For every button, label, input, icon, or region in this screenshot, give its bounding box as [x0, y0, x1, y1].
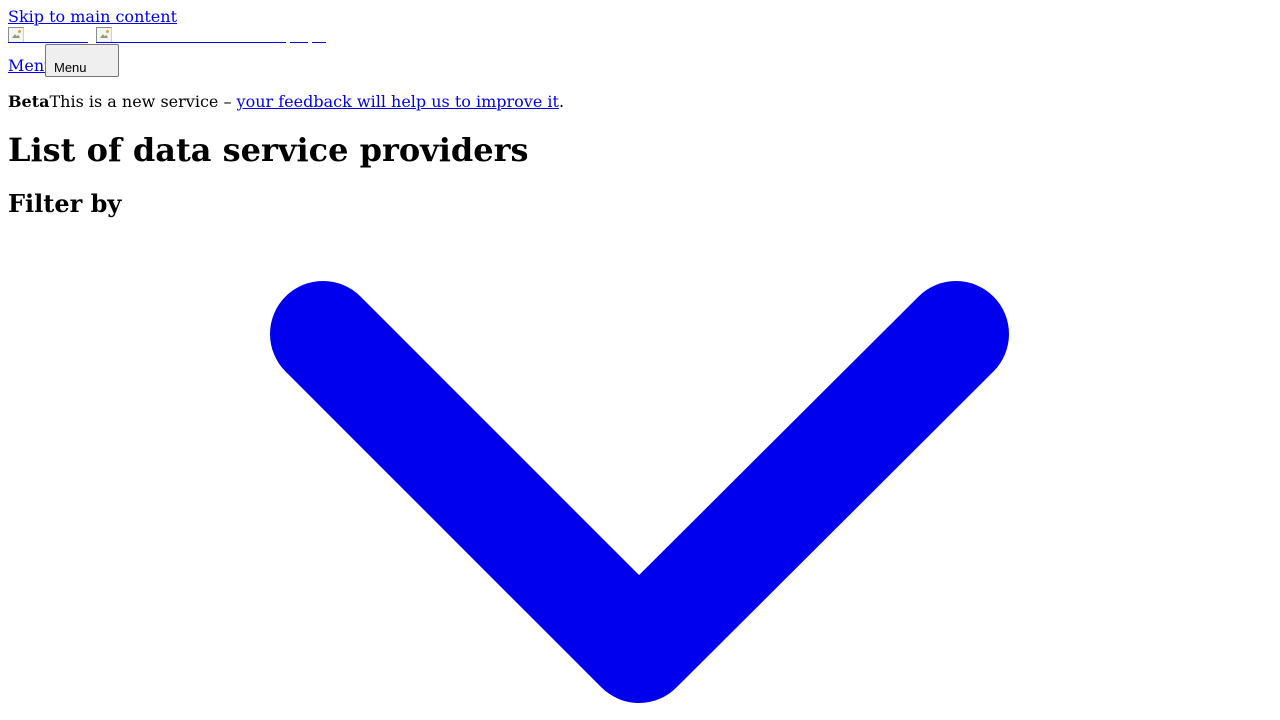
- beta-tag: Beta: [8, 92, 50, 111]
- filter-toggle[interactable]: [0, 220, 1280, 720]
- beta-message: This is a new service –: [49, 92, 237, 111]
- logo-link-underline: [312, 42, 326, 43]
- page-title: List of data service providers: [8, 131, 529, 169]
- header-menu: Menu Menu: [8, 44, 248, 77]
- filter-by-heading: Filter by: [8, 189, 122, 218]
- secondary-logo-link[interactable]: [96, 27, 286, 43]
- primary-logo-link[interactable]: [8, 27, 88, 43]
- skip-to-main-content-link[interactable]: Skip to main content: [8, 8, 177, 26]
- chevron-down-icon: [270, 281, 1009, 703]
- beta-banner: BetaThis is a new service – your feedbac…: [8, 93, 708, 111]
- menu-button[interactable]: Menu: [45, 44, 119, 77]
- broken-image-icon: [96, 27, 112, 43]
- header-logos: [8, 27, 338, 43]
- header-extra-link[interactable]: [312, 27, 326, 43]
- logo-link-underline: [290, 42, 308, 43]
- header-extra-link[interactable]: [290, 27, 308, 43]
- logo-link-underline: [8, 42, 88, 43]
- logo-link-underline: [96, 42, 286, 43]
- feedback-link[interactable]: your feedback will help us to improve it: [237, 92, 559, 111]
- broken-image-icon: [8, 27, 24, 43]
- beta-message-suffix: .: [558, 92, 565, 111]
